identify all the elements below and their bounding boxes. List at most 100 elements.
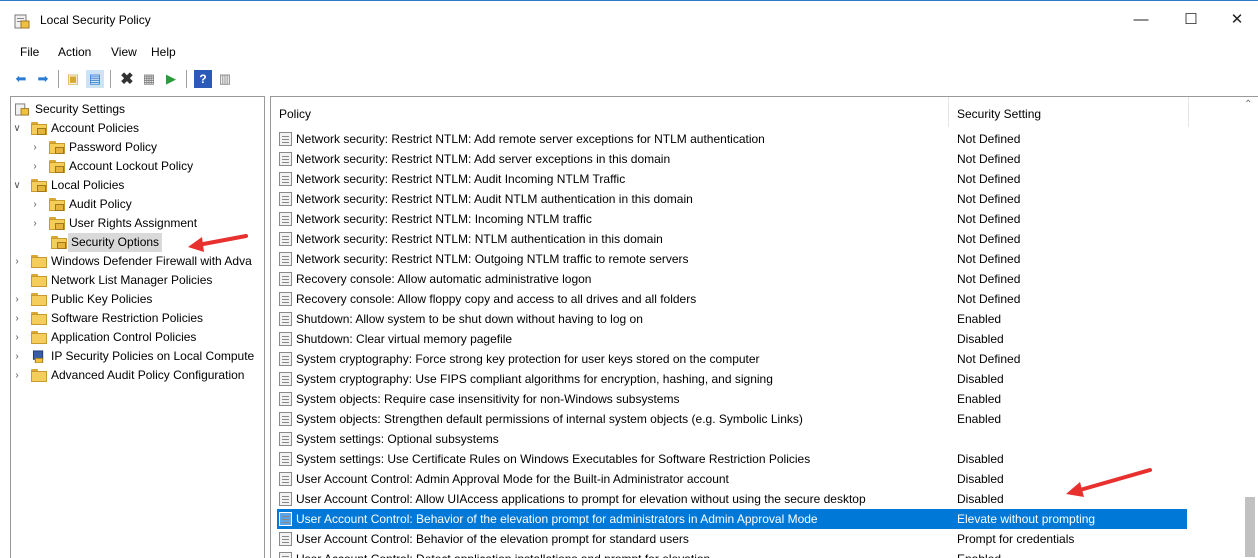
- chevron-right-icon[interactable]: ›: [11, 290, 23, 309]
- policy-item-icon: [279, 292, 292, 306]
- scrollbar-thumb[interactable]: [1245, 497, 1255, 557]
- table-row[interactable]: System objects: Strengthen default permi…: [277, 409, 1187, 429]
- title-bar: Local Security Policy — ☐ ✕: [0, 0, 1258, 40]
- table-row[interactable]: Network security: Restrict NTLM: Outgoin…: [277, 249, 1187, 269]
- policy-name: System settings: Optional subsystems: [296, 432, 499, 446]
- table-row[interactable]: Network security: Restrict NTLM: Audit I…: [277, 169, 1187, 189]
- table-row[interactable]: User Account Control: Admin Approval Mod…: [277, 469, 1187, 489]
- tree-node-network-list-manager[interactable]: Network List Manager Policies: [11, 271, 261, 290]
- table-row[interactable]: User Account Control: Behavior of the el…: [277, 529, 1187, 549]
- table-row[interactable]: Recovery console: Allow floppy copy and …: [277, 289, 1187, 309]
- table-row[interactable]: Network security: Restrict NTLM: Add rem…: [277, 129, 1187, 149]
- table-row[interactable]: Network security: Restrict NTLM: Incomin…: [277, 209, 1187, 229]
- chevron-down-icon[interactable]: ∨: [11, 176, 23, 195]
- tree-node-account-policies[interactable]: ∨ Account Policies: [11, 119, 261, 138]
- table-row[interactable]: System cryptography: Force strong key pr…: [277, 349, 1187, 369]
- menu-view[interactable]: View: [111, 45, 137, 59]
- folder-icon: [31, 293, 47, 306]
- policy-item-icon: [279, 152, 292, 166]
- policy-name: Network security: Restrict NTLM: Add rem…: [296, 132, 765, 146]
- policy-setting: Not Defined: [957, 292, 1021, 306]
- policy-name: User Account Control: Allow UIAccess app…: [296, 492, 866, 506]
- policy-item-icon: [279, 432, 292, 446]
- policy-item-icon: [279, 392, 292, 406]
- toolbar: ⬅ ➡ ▣ ▤ ✖ ▦ ▶ ? ▥: [0, 64, 1258, 94]
- table-row[interactable]: Network security: Restrict NTLM: NTLM au…: [277, 229, 1187, 249]
- chevron-right-icon[interactable]: ›: [11, 309, 23, 328]
- locked-folder-icon: [31, 122, 47, 135]
- chevron-right-icon[interactable]: ›: [29, 138, 41, 157]
- tree-node-account-lockout-policy[interactable]: › Account Lockout Policy: [11, 157, 261, 176]
- chevron-right-icon[interactable]: ›: [29, 214, 41, 233]
- policy-item-icon: [279, 532, 292, 546]
- table-row[interactable]: System cryptography: Use FIPS compliant …: [277, 369, 1187, 389]
- table-row[interactable]: Recovery console: Allow automatic admini…: [277, 269, 1187, 289]
- table-row[interactable]: System objects: Require case insensitivi…: [277, 389, 1187, 409]
- table-row[interactable]: Shutdown: Clear virtual memory pagefile D…: [277, 329, 1187, 349]
- policy-setting: Disabled: [957, 452, 1004, 466]
- chevron-right-icon[interactable]: ›: [11, 366, 23, 385]
- annotation-arrow-security-options: [188, 234, 248, 252]
- maximize-button[interactable]: ☐: [1176, 9, 1206, 33]
- toolbar-separator: [186, 70, 187, 88]
- policy-setting: Disabled: [957, 372, 1004, 386]
- delete-icon[interactable]: ✖: [118, 70, 136, 88]
- table-row-selected[interactable]: User Account Control: Behavior of the el…: [277, 509, 1187, 529]
- vertical-scrollbar[interactable]: ⌃: [1241, 97, 1258, 558]
- tree-node-password-policy[interactable]: › Password Policy: [11, 138, 261, 157]
- menu-help[interactable]: Help: [151, 45, 176, 59]
- policy-item-icon: [279, 132, 292, 146]
- action-pane-icon[interactable]: ▥: [216, 70, 234, 88]
- menu-action[interactable]: Action: [58, 45, 91, 59]
- properties-icon[interactable]: ▦: [140, 70, 158, 88]
- table-row[interactable]: System settings: Use Certificate Rules o…: [277, 449, 1187, 469]
- policy-setting: Disabled: [957, 332, 1004, 346]
- tree-node-ip-security-policies[interactable]: › IP Security Policies on Local Compute: [11, 347, 264, 366]
- forward-icon[interactable]: ➡: [34, 70, 52, 88]
- policy-setting: Not Defined: [957, 152, 1021, 166]
- table-row[interactable]: Shutdown: Allow system to be shut down w…: [277, 309, 1187, 329]
- policy-setting: Disabled: [957, 492, 1004, 506]
- policy-item-icon: [279, 352, 292, 366]
- policy-name: Recovery console: Allow automatic admini…: [296, 272, 592, 286]
- tree-node-software-restriction[interactable]: › Software Restriction Policies: [11, 309, 261, 328]
- help-icon[interactable]: ?: [194, 70, 212, 88]
- locked-folder-icon: [51, 236, 67, 249]
- chevron-right-icon[interactable]: ›: [29, 157, 41, 176]
- chevron-right-icon[interactable]: ›: [29, 195, 41, 214]
- folder-icon: [31, 312, 47, 325]
- policy-name: Network security: Restrict NTLM: Audit I…: [296, 172, 626, 186]
- table-row[interactable]: User Account Control: Detect application…: [277, 549, 1187, 558]
- chevron-down-icon[interactable]: ∨: [11, 119, 23, 138]
- chevron-right-icon[interactable]: ›: [11, 328, 23, 347]
- chevron-right-icon[interactable]: ›: [11, 252, 23, 271]
- show-hide-tree-icon[interactable]: ▤: [86, 70, 104, 88]
- navigation-tree: Security Settings ∨ Account Policies › P…: [10, 96, 265, 558]
- tree-node-advanced-audit-policy[interactable]: › Advanced Audit Policy Configuration: [11, 366, 264, 385]
- tree-node-application-control[interactable]: › Application Control Policies: [11, 328, 261, 347]
- back-icon[interactable]: ⬅: [12, 70, 30, 88]
- policy-setting: Not Defined: [957, 352, 1021, 366]
- export-list-icon[interactable]: ▶: [162, 70, 180, 88]
- table-row[interactable]: Network security: Restrict NTLM: Add ser…: [277, 149, 1187, 169]
- close-button[interactable]: ✕: [1222, 9, 1252, 33]
- tree-node-windows-defender-firewall[interactable]: › Windows Defender Firewall with Adva: [11, 252, 264, 271]
- column-header-policy[interactable]: Policy: [271, 97, 949, 127]
- tree-node-local-policies[interactable]: ∨ Local Policies: [11, 176, 261, 195]
- table-row[interactable]: User Account Control: Allow UIAccess app…: [277, 489, 1187, 509]
- up-folder-icon[interactable]: ▣: [64, 70, 82, 88]
- minimize-button[interactable]: —: [1126, 9, 1156, 33]
- folder-icon: [31, 274, 47, 287]
- policy-setting: Enabled: [957, 392, 1002, 406]
- table-row[interactable]: System settings: Optional subsystems: [277, 429, 1187, 449]
- policy-setting: Enabled: [957, 549, 1001, 558]
- tree-node-public-key-policies[interactable]: › Public Key Policies: [11, 290, 261, 309]
- tree-node-audit-policy[interactable]: › Audit Policy: [11, 195, 261, 214]
- menu-file[interactable]: File: [20, 45, 39, 59]
- scroll-up-icon[interactable]: ⌃: [1244, 99, 1252, 110]
- chevron-right-icon[interactable]: ›: [11, 347, 23, 366]
- policy-setting: Not Defined: [957, 272, 1021, 286]
- column-header-security-setting[interactable]: Security Setting: [949, 97, 1189, 127]
- policy-name: User Account Control: Behavior of the el…: [296, 532, 689, 546]
- table-row[interactable]: Network security: Restrict NTLM: Audit N…: [277, 189, 1187, 209]
